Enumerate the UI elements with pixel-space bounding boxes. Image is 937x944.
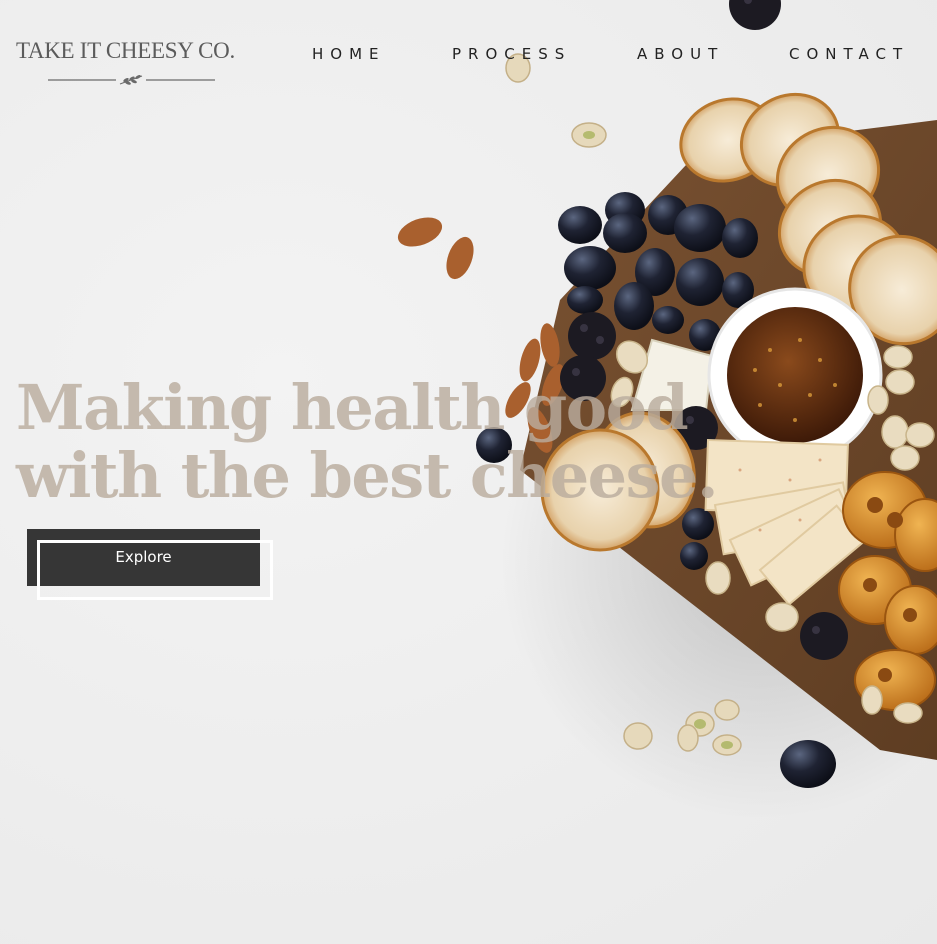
landing-page: TAKE IT CHEESY CO. HOME PROCESS ABOUT CO…	[0, 0, 937, 944]
hero-heading-line-2: with the best cheese.	[16, 439, 719, 512]
nav-item-about[interactable]: ABOUT	[637, 45, 724, 63]
main-nav: HOME PROCESS ABOUT CONTACT	[0, 45, 937, 65]
nav-item-home[interactable]: HOME	[312, 45, 386, 63]
explore-button-label: Explore	[115, 548, 172, 566]
nav-item-process[interactable]: PROCESS	[452, 45, 571, 63]
nav-item-contact[interactable]: CONTACT	[789, 45, 909, 63]
logo-wheat-divider-icon	[48, 75, 215, 85]
explore-button[interactable]: Explore	[27, 529, 282, 607]
hero-heading: Making health good with the best cheese.	[16, 371, 719, 512]
hero-heading-line-1: Making health good	[16, 371, 689, 444]
